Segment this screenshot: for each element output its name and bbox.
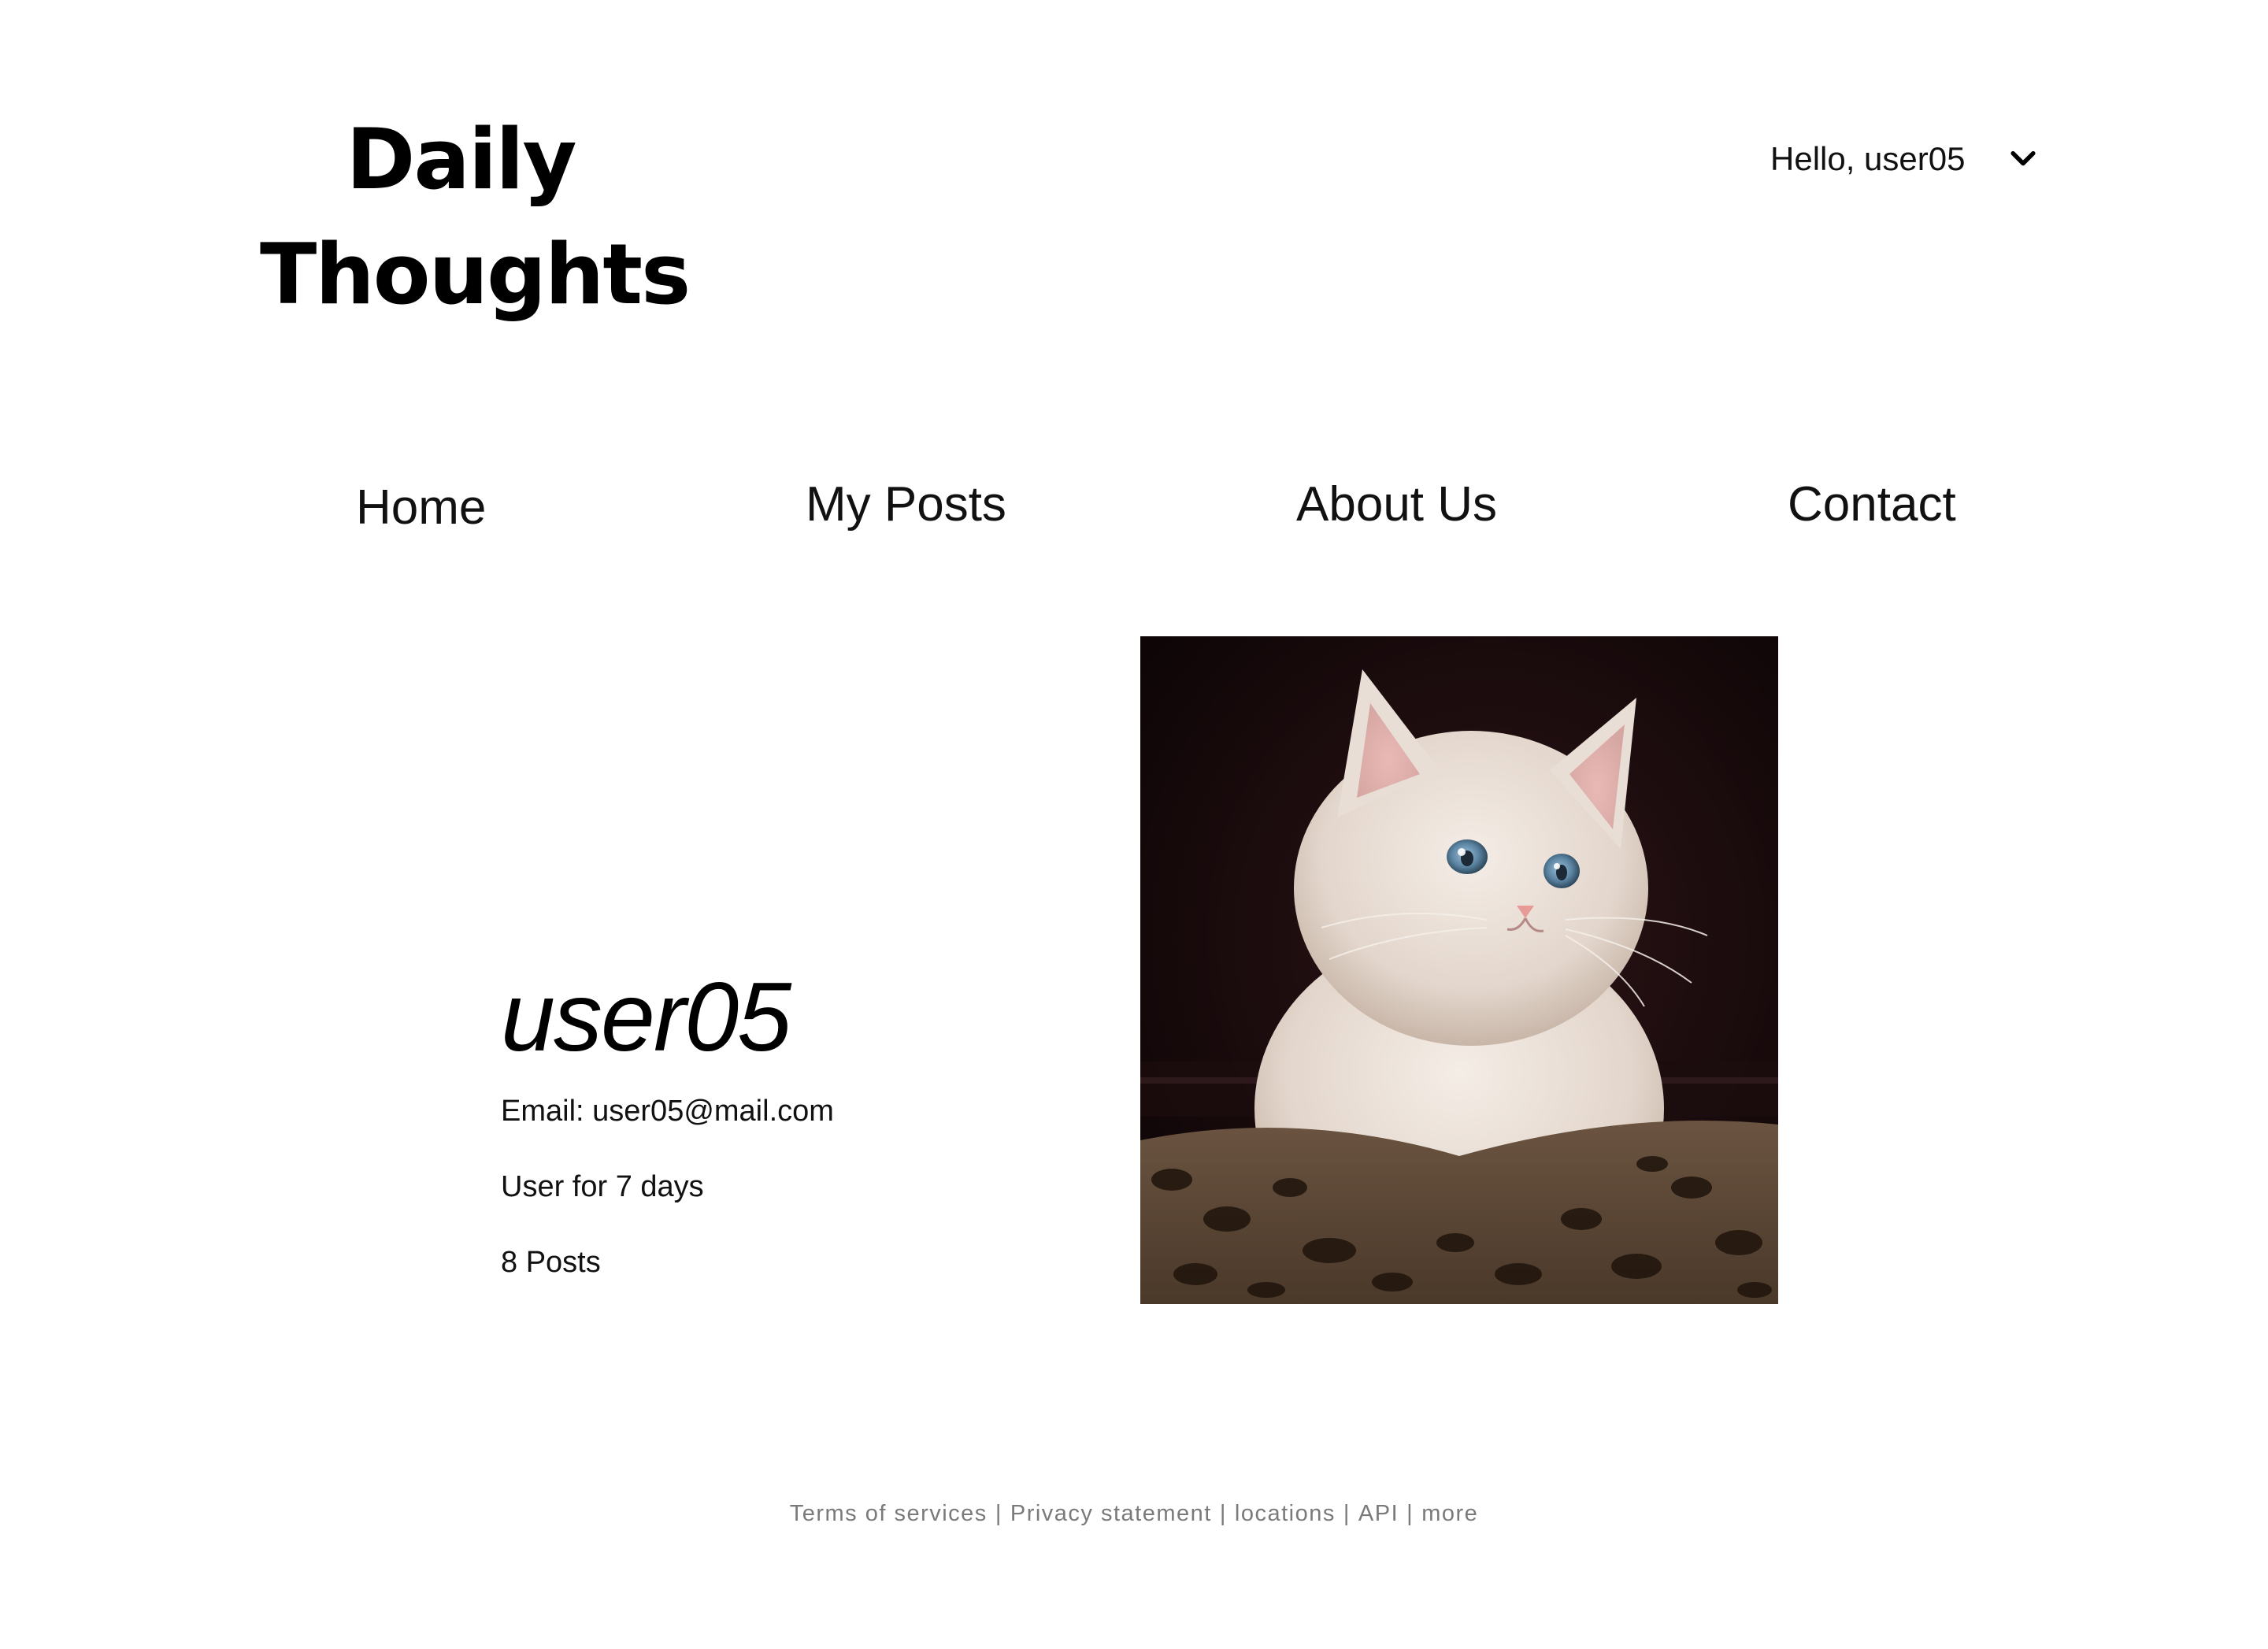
nav-home[interactable]: Home — [356, 472, 486, 543]
profile-avatar-image — [1140, 636, 1778, 1304]
chevron-down-icon[interactable] — [2006, 142, 2040, 176]
footer-link-locations[interactable]: locations — [1235, 1501, 1336, 1526]
nav-my-posts[interactable]: My Posts — [806, 469, 1006, 540]
footer-separator: | — [995, 1501, 1002, 1526]
profile-email: Email: user05@mail.com — [501, 1095, 834, 1128]
user-menu-toggle[interactable]: Hello, user05 — [1770, 135, 2040, 183]
nav-about-us[interactable]: About Us — [1296, 469, 1497, 540]
nav-contact[interactable]: Contact — [1788, 469, 1956, 540]
logo-line-1: Daily — [346, 111, 576, 208]
main-nav: Home My Posts About Us Contact — [0, 469, 2268, 548]
footer-link-terms[interactable]: Terms of services — [790, 1501, 988, 1526]
footer-link-privacy[interactable]: Privacy statement — [1010, 1501, 1212, 1526]
profile-member-since: User for 7 days — [501, 1170, 704, 1203]
profile-post-count: 8 Posts — [501, 1246, 601, 1279]
footer: Terms of services | Privacy statement | loca… — [0, 1498, 2268, 1529]
user-greeting: Hello, user05 — [1770, 140, 1966, 177]
logo-line-2: Thoughts — [260, 226, 691, 323]
footer-link-api[interactable]: API — [1358, 1501, 1399, 1526]
footer-link-more[interactable]: more — [1421, 1501, 1478, 1526]
footer-separator: | — [1219, 1501, 1227, 1526]
profile-info: user05 Email: user05@mail.com User for 7… — [501, 962, 834, 1317]
footer-separator: | — [1343, 1501, 1351, 1526]
footer-separator: | — [1406, 1501, 1414, 1526]
profile-username: user05 — [501, 963, 791, 1072]
site-logo[interactable]: Daily Thoughts — [260, 102, 691, 332]
